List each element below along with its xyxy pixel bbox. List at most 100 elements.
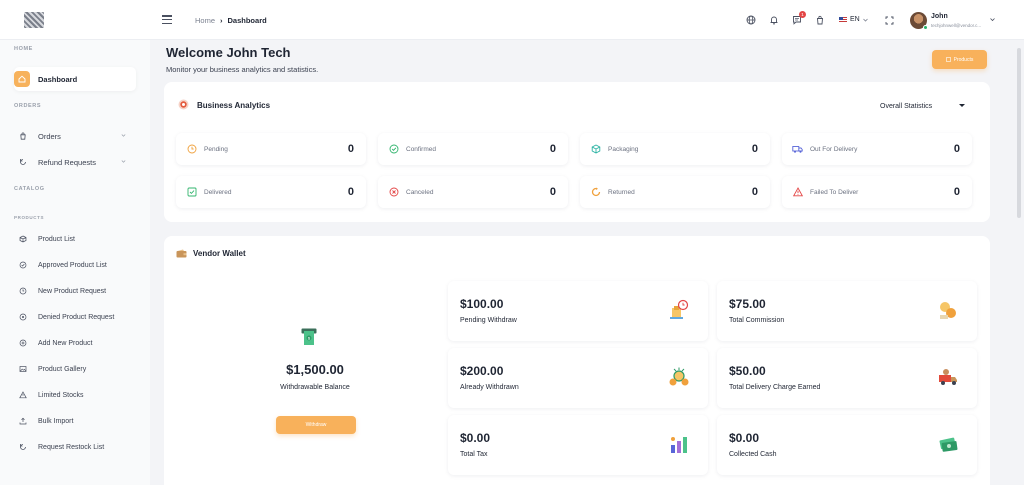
- company-logo[interactable]: [24, 12, 44, 28]
- wallet-tile-value: $200.00: [460, 364, 504, 378]
- wallet-tile-label: Pending Withdraw: [460, 317, 517, 324]
- section-catalog: CATALOG: [14, 186, 45, 192]
- stat-tile-canceled[interactable]: Canceled 0: [378, 176, 568, 208]
- stat-tile-pending[interactable]: Pending 0: [176, 133, 366, 165]
- alert-triangle-icon: [792, 187, 803, 198]
- sidebar-item-denied-product-request[interactable]: Denied Product Request: [14, 305, 136, 329]
- history-icon: [18, 442, 28, 452]
- wallet-tile-value: $75.00: [729, 297, 766, 311]
- stat-value: 0: [549, 186, 556, 198]
- online-status-dot: [923, 25, 928, 30]
- atm-cash-icon: $: [301, 328, 317, 345]
- box-icon: [945, 57, 951, 62]
- sidebar-item-new-product-request[interactable]: New Product Request: [14, 279, 136, 303]
- wallet-tile-label: Total Tax: [460, 451, 488, 458]
- breadcrumb-home[interactable]: Home: [195, 16, 215, 25]
- x-circle-icon: [388, 187, 399, 198]
- warning-icon: [18, 390, 28, 400]
- wallet-tile-label: Already Withdrawn: [460, 384, 519, 391]
- top-bar: Home › Dashboard 1 EN John techjohnwell@ve…: [0, 0, 1024, 40]
- vendor-wallet-title: Vendor Wallet: [193, 249, 246, 258]
- sidebar-item-bulk-import[interactable]: Bulk Import: [14, 409, 136, 433]
- clock-icon: [186, 144, 197, 155]
- sidebar-item-label: Refund Requests: [38, 157, 96, 167]
- wallet-tile-total-commission: $75.00 Total Commission: [717, 281, 977, 341]
- stat-label: Packaging: [608, 145, 639, 153]
- sidebar-item-product-gallery[interactable]: Product Gallery: [14, 357, 136, 381]
- breadcrumb: Home › Dashboard: [195, 16, 267, 25]
- pending-withdraw-icon: [670, 299, 689, 319]
- stat-label: Out For Delivery: [810, 145, 858, 153]
- wallet-tile-value: $100.00: [460, 297, 504, 311]
- tax-icon: [671, 437, 687, 453]
- stat-label: Delivered: [204, 188, 232, 196]
- wallet-tile-total-delivery-charge-earned: $50.00 Total Delivery Charge Earned: [717, 348, 977, 408]
- chevron-down-icon: [121, 160, 126, 163]
- scrollbar-thumb[interactable]: [1017, 48, 1021, 218]
- statistics-filter-select[interactable]: Overall Statistics: [871, 96, 975, 116]
- stat-tile-returned[interactable]: Returned 0: [580, 176, 770, 208]
- wallet-tile-value: $0.00: [460, 431, 491, 445]
- withdraw-button[interactable]: Withdraw: [276, 416, 356, 434]
- sidebar-item-refund-requests[interactable]: Refund Requests: [14, 150, 136, 174]
- fullscreen-icon[interactable]: [883, 14, 895, 26]
- box-icon: [18, 234, 28, 244]
- checkbox-icon: [186, 187, 197, 198]
- sidebar-item-request-restock-list[interactable]: Request Restock List: [14, 435, 136, 459]
- sidebar-item-label: Approved Product List: [38, 261, 107, 269]
- sidebar-item-label: Dashboard: [38, 74, 78, 84]
- bell-icon[interactable]: [768, 14, 780, 26]
- breadcrumb-separator: ›: [220, 16, 223, 25]
- user-name[interactable]: John: [931, 13, 948, 20]
- stat-value: 0: [751, 143, 758, 155]
- stat-label: Confirmed: [406, 145, 436, 153]
- sidebar: HOME Dashboard ORDERS Orders Refund Requ…: [0, 40, 150, 485]
- cart-icon: [18, 131, 28, 141]
- stat-tile-delivered[interactable]: Delivered 0: [176, 176, 366, 208]
- section-orders: ORDERS: [14, 103, 42, 109]
- wallet-tile-value: $50.00: [729, 364, 766, 378]
- sidebar-item-product-list[interactable]: Product List: [14, 227, 136, 251]
- sidebar-item-dashboard[interactable]: Dashboard: [14, 67, 136, 91]
- sidebar-item-limited-stocks[interactable]: Limited Stocks: [14, 383, 136, 407]
- stat-tile-packaging[interactable]: Packaging 0: [580, 133, 770, 165]
- wallet-tile-value: $0.00: [729, 431, 760, 445]
- clock-icon: [18, 286, 28, 296]
- globe-icon[interactable]: [745, 14, 757, 26]
- user-menu-chevron-icon[interactable]: [990, 17, 995, 22]
- sidebar-item-label: Product List: [38, 235, 75, 243]
- sidebar-item-orders[interactable]: Orders: [14, 124, 136, 148]
- delivery-charge-icon: [939, 369, 957, 385]
- stat-label: Failed To Deliver: [810, 188, 859, 196]
- language-selector[interactable]: EN: [839, 16, 868, 23]
- plus-circle-icon: [18, 338, 28, 348]
- stat-tile-out-for-delivery[interactable]: Out For Delivery 0: [782, 133, 972, 165]
- page-scrollbar[interactable]: [1014, 40, 1024, 485]
- business-analytics-card: Business Analytics Overall Statistics Pe…: [164, 82, 990, 222]
- business-analytics-title: Business Analytics: [197, 101, 271, 110]
- stat-label: Canceled: [406, 188, 434, 196]
- truck-icon: [792, 144, 803, 155]
- check-circle-icon: [388, 144, 399, 155]
- sidebar-item-add-new-product[interactable]: Add New Product: [14, 331, 136, 355]
- wallet-tile-collected-cash: $0.00 Collected Cash: [717, 415, 977, 475]
- package-icon: [590, 144, 601, 155]
- cart-icon[interactable]: [814, 14, 826, 26]
- page-title: Welcome John Tech: [166, 45, 291, 60]
- stat-value: 0: [347, 186, 354, 198]
- upload-icon: [18, 416, 28, 426]
- products-button[interactable]: Products: [932, 50, 987, 69]
- wallet-tile-total-tax: $0.00 Total Tax: [448, 415, 708, 475]
- stat-tile-confirmed[interactable]: Confirmed 0: [378, 133, 568, 165]
- sidebar-item-approved-product-list[interactable]: Approved Product List: [14, 253, 136, 277]
- wallet-icon: [176, 249, 187, 258]
- page-subtitle: Monitor your business analytics and stat…: [166, 65, 319, 74]
- wallet-tile-pending-withdraw: $100.00 Pending Withdraw: [448, 281, 708, 341]
- stat-label: Returned: [608, 188, 635, 196]
- menu-toggle-icon[interactable]: [162, 15, 172, 24]
- refresh-icon: [18, 157, 28, 167]
- stat-value: 0: [751, 186, 758, 198]
- stat-tile-failed-to-deliver[interactable]: Failed To Deliver 0: [782, 176, 972, 208]
- chevron-down-icon: [121, 134, 126, 137]
- user-email: techjohnwell@vendor.c...: [931, 23, 982, 28]
